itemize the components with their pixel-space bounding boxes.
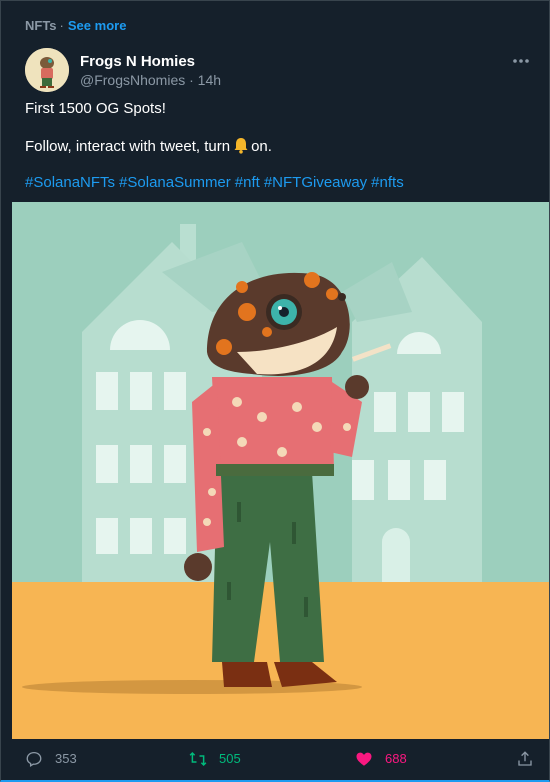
more-icon: [513, 59, 529, 63]
avatar[interactable]: [25, 48, 69, 92]
topic-header: NFTs · See more: [25, 18, 126, 33]
retweet-count: 505: [219, 751, 241, 766]
hashtag-list: #SolanaNFTs #SolanaSummer #nft #NFTGiveaway…: [25, 174, 408, 191]
like-button[interactable]: 688: [355, 750, 407, 768]
reply-icon: [26, 751, 42, 767]
tweet-text-line2: Follow, interact with tweet, turn on.: [25, 137, 272, 158]
topic-separator: ·: [59, 18, 64, 33]
tweet-text-line1: First 1500 OG Spots!: [25, 100, 166, 117]
hashtag-link[interactable]: #nfts: [371, 174, 404, 191]
share-icon: [518, 751, 532, 766]
tweet-text-before-bell: Follow, interact with tweet, turn: [25, 138, 231, 155]
tweet-media-image[interactable]: [12, 202, 549, 739]
frog-avatar-icon: [25, 48, 69, 92]
reply-button[interactable]: 353: [25, 750, 77, 768]
like-count: 688: [385, 751, 407, 766]
see-more-link[interactable]: See more: [68, 18, 127, 33]
tweet-text-after-bell: on.: [251, 138, 272, 155]
hashtag-link[interactable]: #SolanaNFTs: [25, 174, 115, 191]
heart-icon: [356, 752, 372, 766]
author-handle-time[interactable]: @FrogsNhomies · 14h: [80, 72, 221, 88]
hashtag-link[interactable]: #nft: [235, 174, 260, 191]
hashtag-link[interactable]: #NFTGiveaway: [264, 174, 367, 191]
frog-illustration: [12, 202, 549, 739]
tweet-card[interactable]: NFTs · See more Frogs N Homies @FrogsNhomi…: [0, 0, 550, 782]
topic-label[interactable]: NFTs: [25, 18, 57, 33]
author-name[interactable]: Frogs N Homies: [80, 53, 195, 70]
tweet-actions-bar: 353 505 688: [1, 745, 549, 775]
bell-icon: [233, 137, 249, 158]
share-button[interactable]: [516, 750, 546, 768]
reply-count: 353: [55, 751, 77, 766]
retweet-icon: [189, 751, 207, 767]
more-options-button[interactable]: [511, 51, 531, 71]
hashtag-link[interactable]: #SolanaSummer: [119, 174, 231, 191]
retweet-button[interactable]: 505: [189, 750, 241, 768]
